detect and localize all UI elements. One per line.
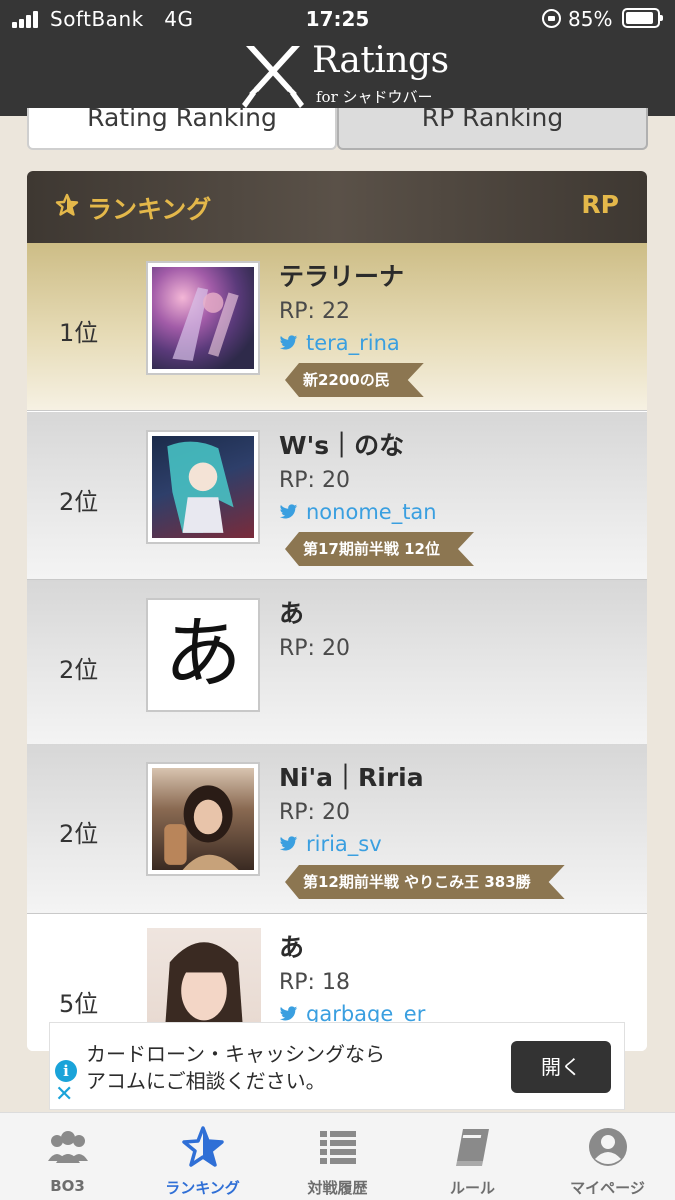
battery-icon [622,8,663,28]
avatar: あ [146,598,260,712]
ad-text: カードローン・キャッシングなら アコムにご相談ください。 [86,1042,385,1093]
player-rp: RP: 20 [279,468,350,493]
player-name: あ [279,933,305,962]
avatar [146,430,260,544]
ranking-header: ランキング RP [27,171,647,243]
player-name: あ [279,599,305,628]
rank-label: 2位 [59,488,99,516]
title-badge: 第12期前半戦 やりこみ王 383勝 [285,865,565,899]
group-icon [48,1131,88,1163]
logo-title: Ratings [312,40,449,81]
nav-item-mypage[interactable]: マイページ [540,1113,675,1200]
nav-label: 対戦履歴 [307,1179,368,1197]
rotation-lock-icon [542,9,561,28]
twitter-icon [279,1006,298,1021]
player-name: W's｜のな [279,431,405,460]
twitter-icon [279,335,298,350]
title-badge: 第17期前半戦 12位 [285,532,474,566]
rank-label: 2位 [59,656,99,684]
ranking-card: ランキング RP 1位 テラリーナ RP: 22 tera_rina 新2200… [27,171,647,1051]
app-logo[interactable]: Ratings for シャドウバース [238,40,449,127]
battery-percentage: 85% [568,7,613,31]
ranking-row[interactable]: 2位 W's｜のな RP: 20 nonome_tan 第17期前半戦 12位 [27,412,647,580]
nav-item-history[interactable]: 対戦履歴 [270,1113,405,1200]
nav-label: ランキング [165,1179,240,1197]
nav-label: ルール [449,1179,495,1197]
title-badge: 新2200の民 [285,363,424,397]
avatar [146,762,260,876]
twitter-link[interactable]: riria_sv [279,832,382,856]
avatar-character: あ [163,609,242,699]
list-icon [320,1131,356,1164]
player-rp: RP: 20 [279,800,350,825]
rp-column-label: RP [581,190,619,219]
twitter-link[interactable]: tera_rina [279,331,400,355]
player-rp: RP: 18 [279,970,350,995]
tab-rating-ranking[interactable]: Rating Ranking [27,105,337,150]
user-icon [589,1128,627,1166]
star-icon [182,1126,224,1167]
twitter-link[interactable]: nonome_tan [279,500,437,524]
ranking-row[interactable]: 1位 テラリーナ RP: 22 tera_rina 新2200の民 [27,243,647,411]
ranking-row[interactable]: 2位 あ あ RP: 20 [27,580,647,748]
ranking-title: ランキング [87,195,212,224]
status-bar: SoftBank 4G 17:25 85% [0,0,675,38]
avatar [146,261,260,375]
player-rp: RP: 22 [279,299,350,324]
nav-item-ranking[interactable]: ランキング [135,1113,270,1200]
rank-label: 1位 [59,319,99,347]
player-rp: RP: 20 [279,636,350,661]
player-name: Ni'a｜Riria [279,763,424,792]
app-header: SoftBank 4G 17:25 85% Ratings for シャドウバー… [0,0,675,127]
info-icon[interactable]: i [55,1060,77,1082]
ad-open-button[interactable]: 開く [511,1041,611,1093]
ranking-tabs: Rating Ranking RP Ranking [27,105,648,152]
book-icon [456,1129,489,1166]
nav-item-bo3[interactable]: BO3 [0,1113,135,1200]
bottom-nav: BO3 ランキング 対戦履歴 ルール マイページ [0,1112,675,1200]
crossed-swords-icon [242,46,304,108]
nav-label: マイページ [570,1179,645,1197]
tab-rp-ranking[interactable]: RP Ranking [337,105,648,150]
rank-label: 2位 [59,820,99,848]
close-icon[interactable]: ✕ [55,1084,73,1106]
star-icon [55,193,79,216]
nav-item-rules[interactable]: ルール [405,1113,540,1200]
rank-label: 5位 [59,990,99,1018]
nav-label: BO3 [50,1177,85,1195]
player-name: テラリーナ [279,262,405,291]
twitter-icon [279,504,298,519]
twitter-icon [279,836,298,851]
ranking-row[interactable]: 2位 Ni'a｜Riria RP: 20 riria_sv 第12期前半戦 やり… [27,744,647,914]
ad-banner[interactable]: i ✕ カードローン・キャッシングなら アコムにご相談ください。 開く [49,1022,625,1110]
